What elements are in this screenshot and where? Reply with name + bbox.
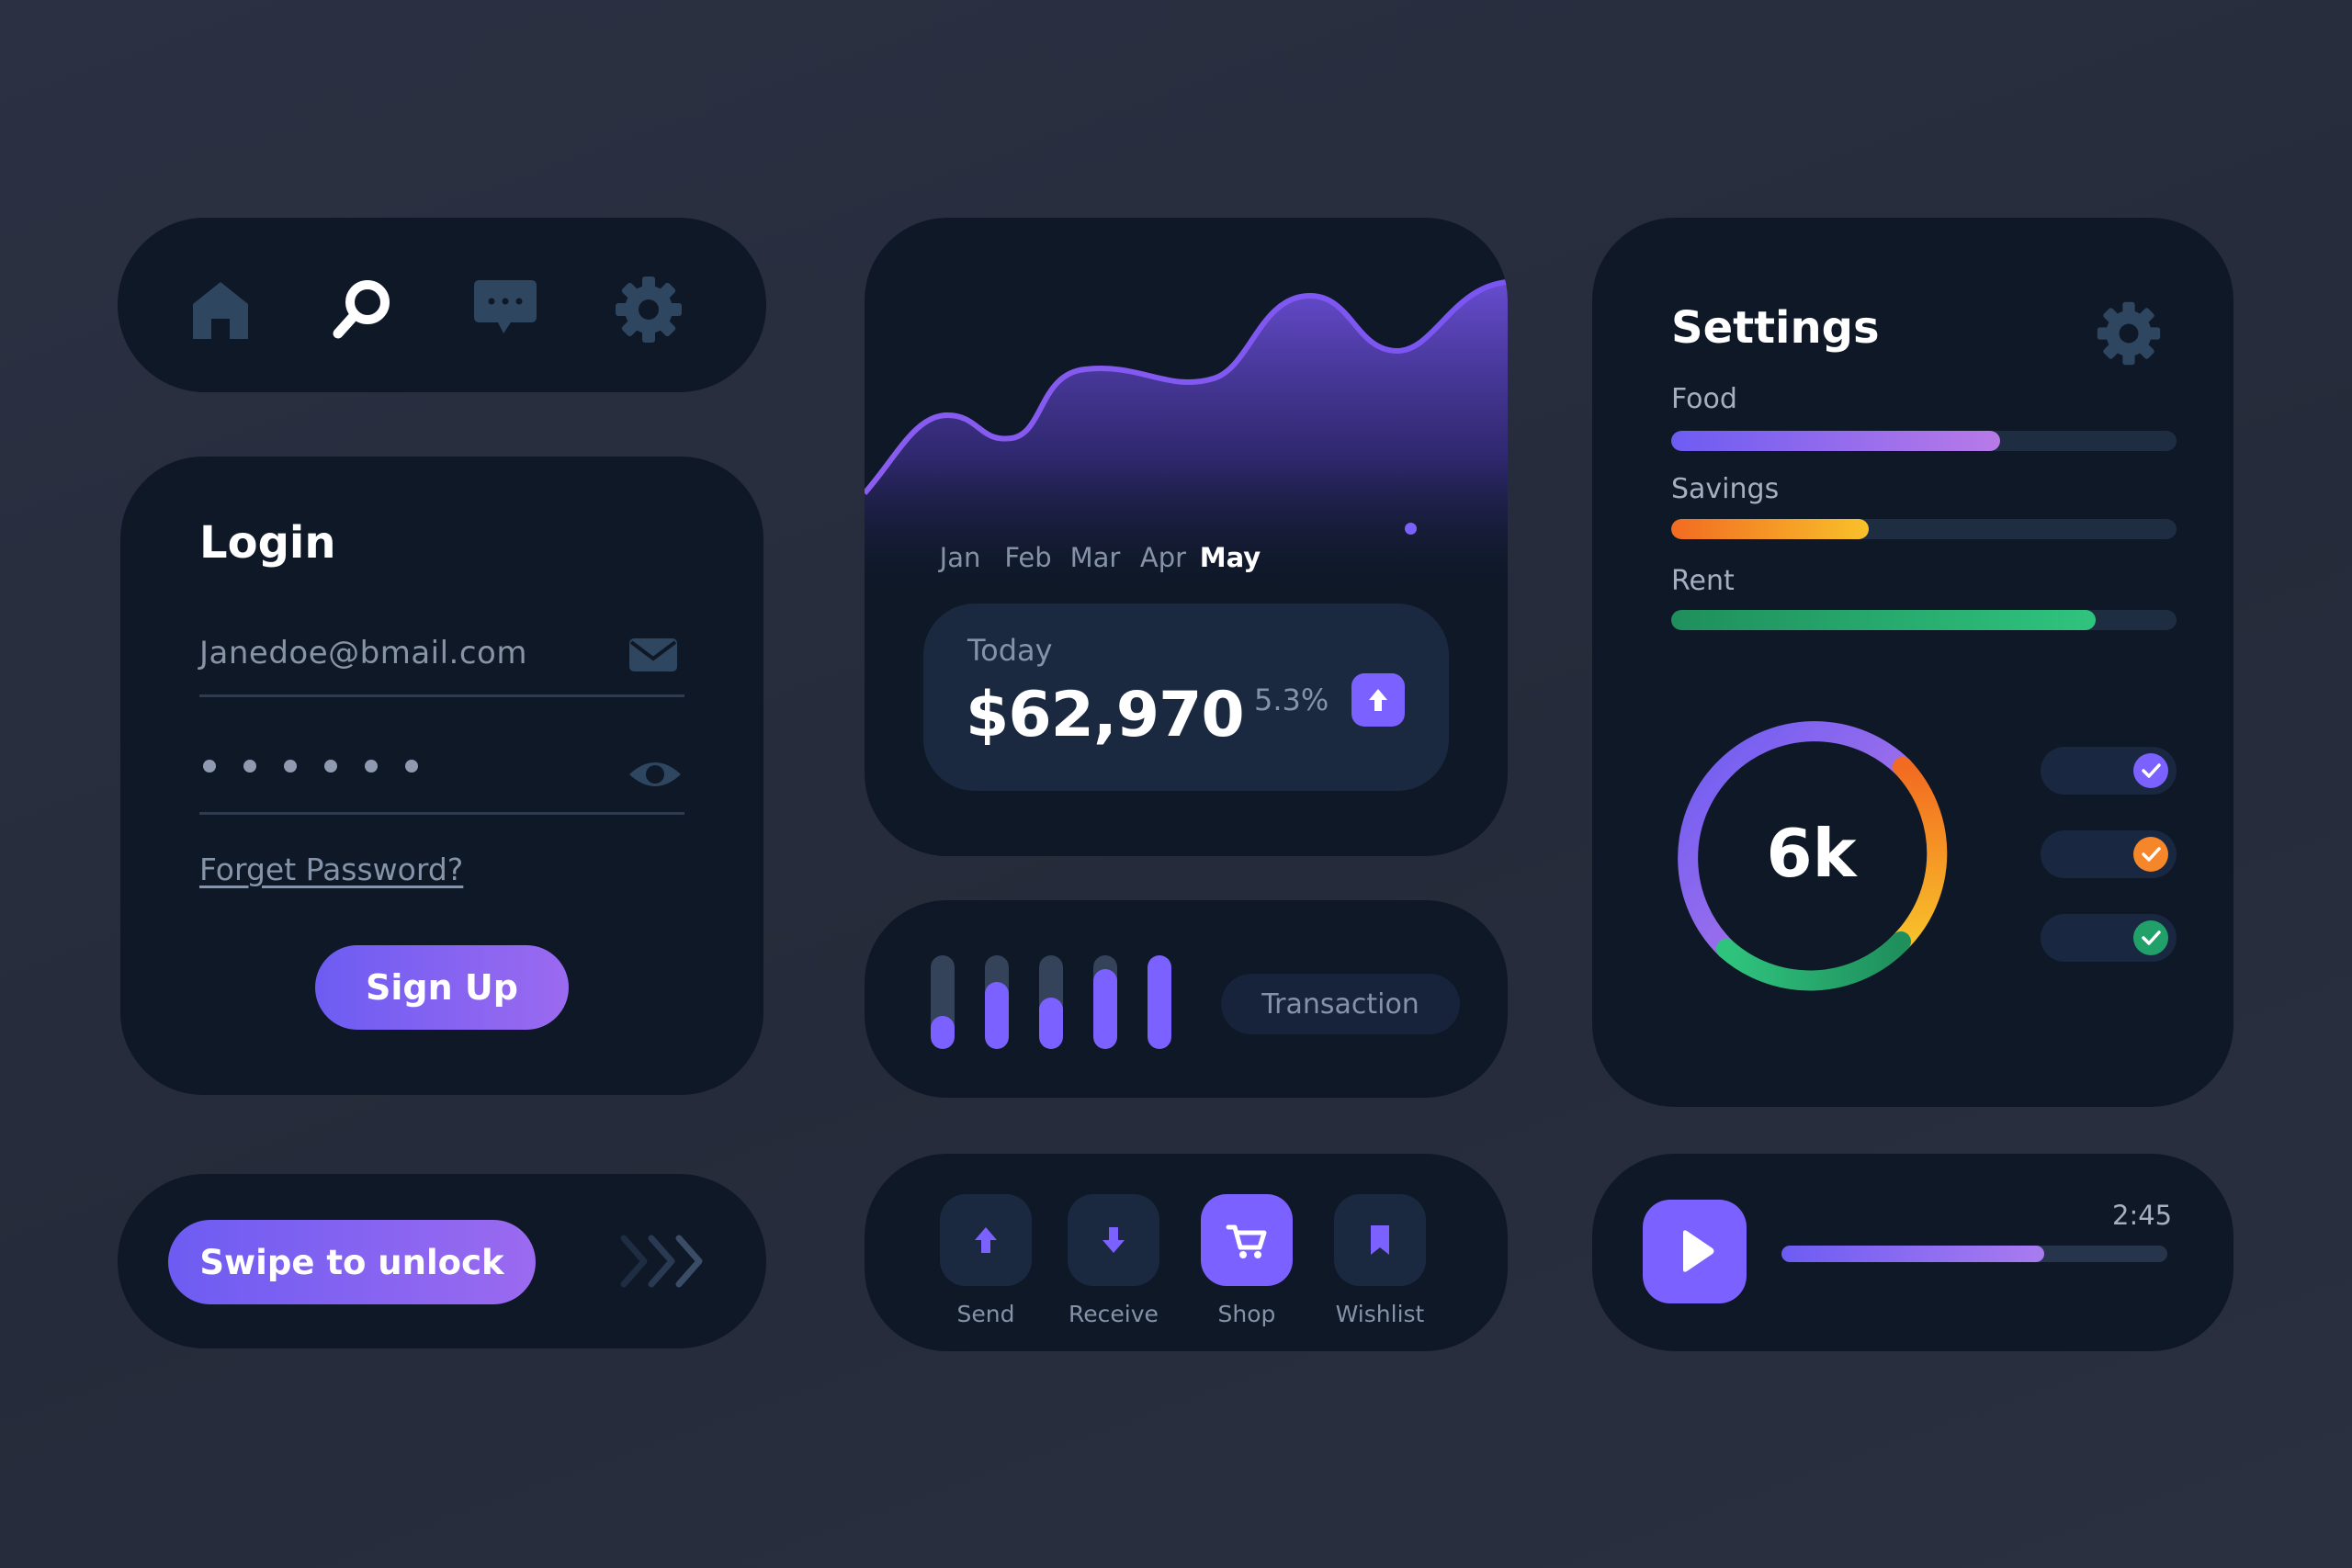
password-dot <box>365 760 378 773</box>
month-label-mar[interactable]: Mar <box>1070 542 1121 573</box>
rent-progress <box>1671 610 2177 630</box>
actions-card: Send Receive Shop Wishlist <box>865 1154 1508 1351</box>
rent-progress-fill <box>1671 610 2096 630</box>
transaction-bar <box>1148 955 1171 1049</box>
transaction-bar <box>1039 955 1063 1049</box>
gear-icon[interactable] <box>2094 299 2164 368</box>
transaction-bar <box>931 955 955 1049</box>
login-title: Login <box>199 517 336 569</box>
envelope-icon <box>628 635 679 675</box>
nav-bar <box>118 218 766 392</box>
month-label-may[interactable]: May <box>1200 542 1261 573</box>
savings-progress-fill <box>1671 519 1869 539</box>
transaction-button[interactable]: Transaction <box>1221 974 1460 1034</box>
home-icon[interactable] <box>184 273 257 346</box>
password-dot <box>243 760 256 773</box>
today-change: 5.3% <box>1254 682 1329 717</box>
food-progress-fill <box>1671 431 2000 451</box>
playback-progress-fill <box>1781 1246 2044 1262</box>
today-label: Today <box>967 633 1053 668</box>
search-icon[interactable] <box>325 273 399 346</box>
password-dot <box>405 760 418 773</box>
action-label: Receive <box>1069 1301 1159 1327</box>
month-label-jan[interactable]: Jan <box>940 542 981 573</box>
email-value: Janedoe@bmail.com <box>199 635 527 671</box>
food-label: Food <box>1671 383 1737 415</box>
savings-label: Savings <box>1671 473 1780 505</box>
password-field[interactable] <box>199 741 684 815</box>
transaction-bar-fill <box>931 1016 955 1049</box>
settings-title: Settings <box>1671 302 1880 354</box>
eye-icon[interactable] <box>628 754 681 795</box>
active-month-dot <box>1405 523 1417 535</box>
play-icon <box>1683 1230 1714 1272</box>
playback-time: 2:45 <box>2112 1200 2173 1231</box>
transaction-bar-fill <box>1148 955 1171 1049</box>
chat-icon[interactable] <box>469 273 542 346</box>
check-icon <box>2133 837 2168 872</box>
transaction-card: Transaction <box>865 900 1508 1098</box>
cart-icon <box>1226 1224 1267 1258</box>
month-label-apr[interactable]: Apr <box>1140 542 1186 573</box>
chart-card: Today $62,970 5.3% Jan Feb Mar Apr May <box>865 218 1508 856</box>
savings-progress <box>1671 519 2177 539</box>
media-player: 2:45 <box>1592 1154 2233 1351</box>
action-label: Send <box>956 1301 1015 1327</box>
settings-card: Settings Food Savings Rent 6k <box>1592 218 2233 1107</box>
wishlist-button[interactable] <box>1334 1194 1426 1286</box>
triple-chevron-right-icon <box>618 1229 719 1293</box>
transaction-bar-fill <box>1093 969 1117 1049</box>
month-label-feb[interactable]: Feb <box>1004 542 1051 573</box>
password-dot <box>203 760 216 773</box>
today-amount: $62,970 <box>966 679 1245 751</box>
transaction-bar-fill <box>985 982 1009 1049</box>
swipe-card: Swipe to unlock <box>118 1174 766 1348</box>
check-icon <box>2133 920 2168 955</box>
transaction-bar <box>985 955 1009 1049</box>
toggle-purple[interactable] <box>2041 747 2177 795</box>
email-field[interactable]: Janedoe@bmail.com <box>199 622 684 697</box>
food-progress <box>1671 431 2177 451</box>
donut-value: 6k <box>1766 815 1857 892</box>
transaction-bar-fill <box>1039 998 1063 1049</box>
transaction-bar <box>1093 955 1117 1049</box>
action-send[interactable]: Send <box>940 1194 1032 1327</box>
arrow-up-icon[interactable] <box>1351 673 1405 727</box>
password-dot <box>324 760 337 773</box>
action-receive[interactable]: Receive <box>1068 1194 1159 1327</box>
forgot-password-link[interactable]: Forget Password? <box>199 852 463 887</box>
password-dot <box>284 760 297 773</box>
login-card: Login Janedoe@bmail.com Forget Password?… <box>120 457 763 1095</box>
check-icon <box>2133 753 2168 788</box>
action-label: Shop <box>1217 1301 1276 1327</box>
rent-label: Rent <box>1671 565 1735 597</box>
playback-progress[interactable] <box>1781 1246 2167 1262</box>
action-shop[interactable]: Shop <box>1201 1194 1293 1327</box>
gear-icon[interactable] <box>612 273 685 346</box>
shop-button[interactable] <box>1201 1194 1293 1286</box>
arrow-down-icon <box>1102 1227 1125 1253</box>
receive-button[interactable] <box>1068 1194 1159 1286</box>
swipe-to-unlock-button[interactable]: Swipe to unlock <box>168 1220 536 1304</box>
action-wishlist[interactable]: Wishlist <box>1334 1194 1426 1327</box>
today-summary: Today $62,970 5.3% <box>923 604 1449 791</box>
bookmark-icon <box>1371 1225 1389 1255</box>
sign-up-button[interactable]: Sign Up <box>315 945 569 1030</box>
toggle-orange[interactable] <box>2041 830 2177 878</box>
arrow-up-icon <box>975 1227 997 1253</box>
action-label: Wishlist <box>1335 1301 1425 1327</box>
play-button[interactable] <box>1643 1200 1747 1303</box>
toggle-green[interactable] <box>2041 914 2177 962</box>
password-dots <box>203 760 418 773</box>
send-button[interactable] <box>940 1194 1032 1286</box>
